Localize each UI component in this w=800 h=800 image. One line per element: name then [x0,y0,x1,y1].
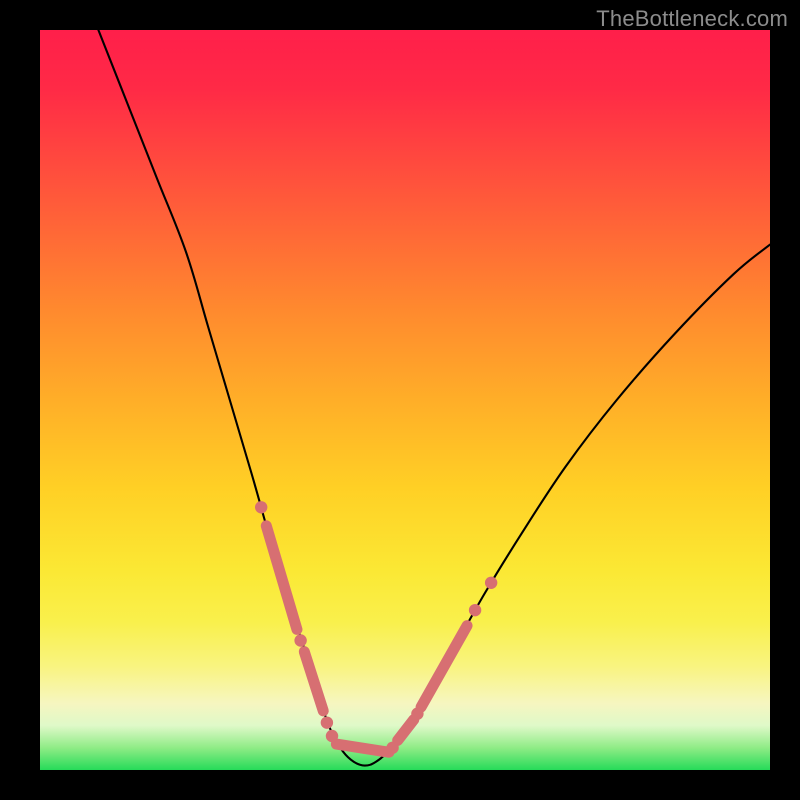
marker-segment [304,652,323,711]
marker-segment [266,526,297,630]
marker-dot [411,708,423,720]
curve-layer [40,30,770,770]
marker-dot [326,730,338,742]
marker-dot [469,604,481,616]
marker-segment [398,720,414,741]
marker-dot [386,742,398,754]
marker-dot [321,716,333,728]
marker-dot [485,577,497,589]
marker-segment [336,744,389,752]
watermark-text: TheBottleneck.com [596,6,788,32]
marker-segment [421,626,467,707]
chart-frame: TheBottleneck.com [0,0,800,800]
marker-dot [294,634,306,646]
bottleneck-curve [98,30,770,766]
plot-area [40,30,770,770]
marker-dot [255,501,267,513]
